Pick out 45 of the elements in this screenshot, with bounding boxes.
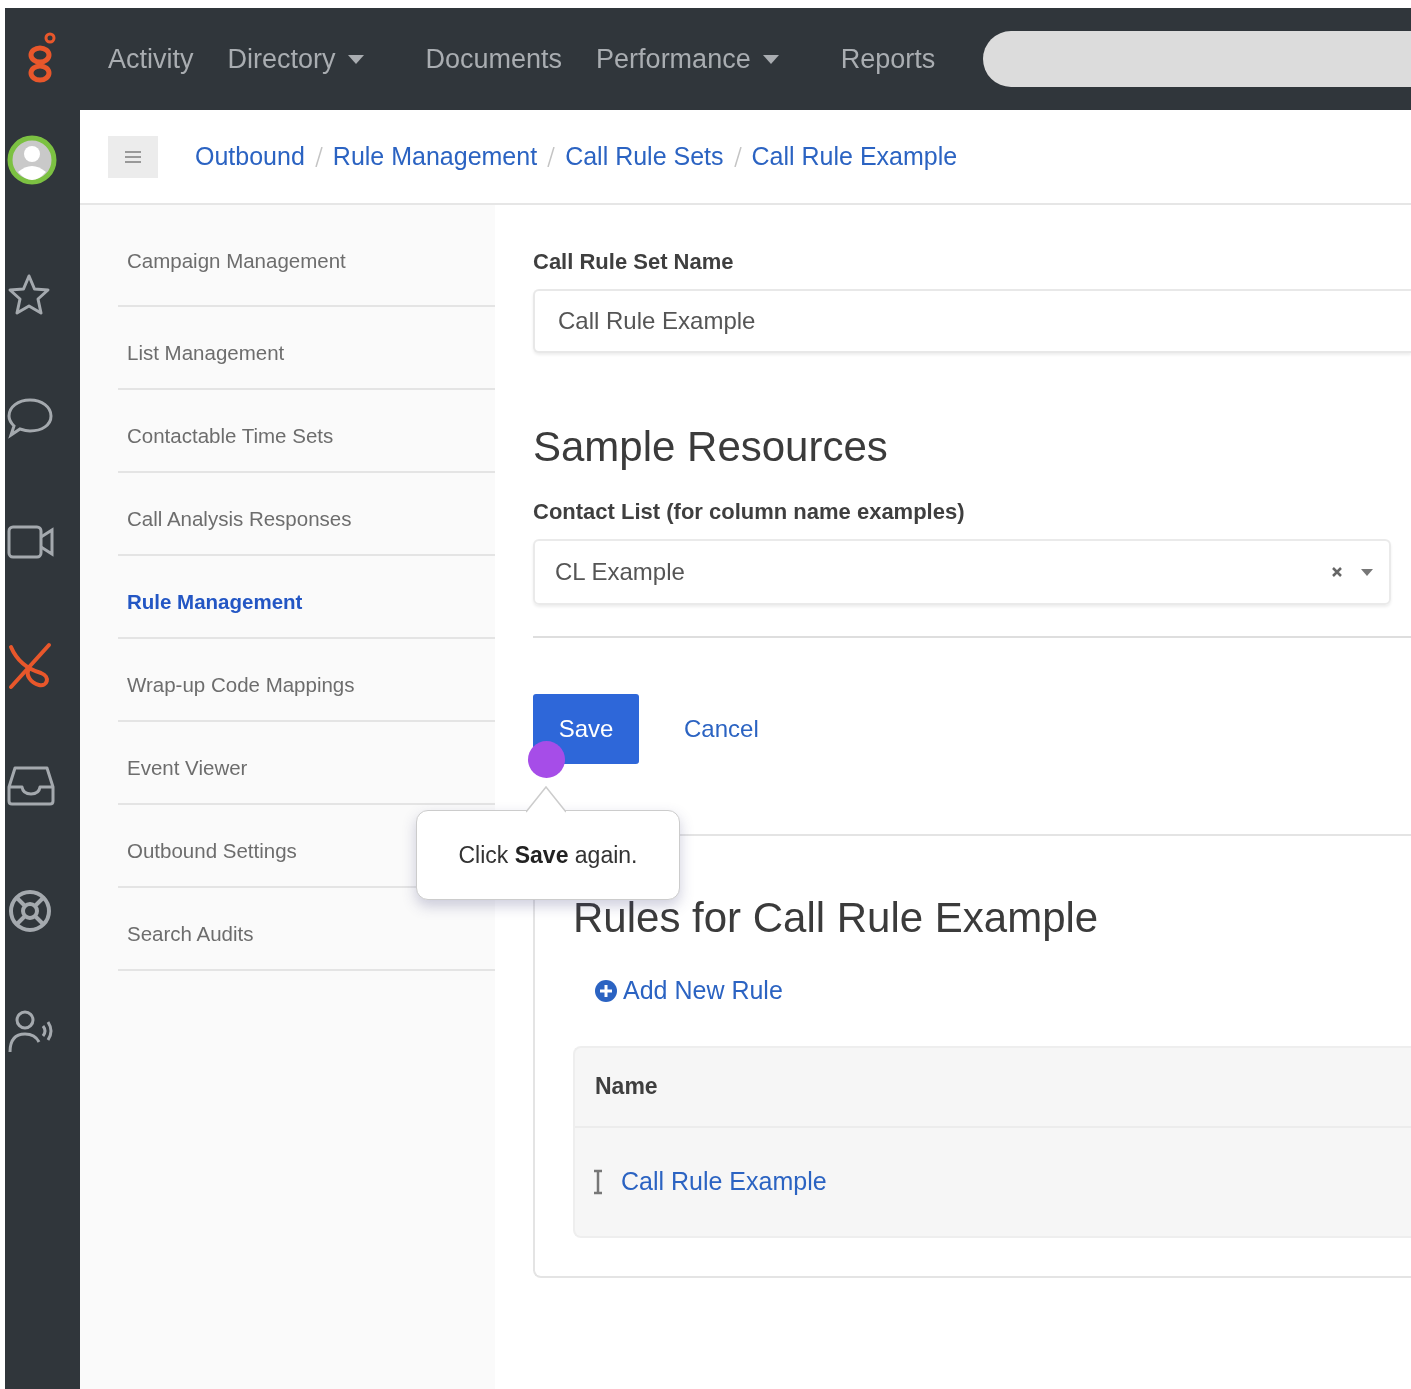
- menu-item[interactable]: Wrap-up Code Mappings: [118, 639, 495, 722]
- nav-link[interactable]: Performance: [596, 43, 807, 75]
- menu-item[interactable]: Rule Management: [118, 556, 495, 639]
- person-speaking-icon[interactable]: [7, 1008, 55, 1054]
- menu-toggle-button[interactable]: [108, 135, 158, 178]
- menu-icon: [125, 149, 141, 164]
- field-label: Contact List (for column name examples): [533, 499, 966, 525]
- menu-item[interactable]: Contactable Time Sets: [118, 390, 495, 473]
- inbox-tray-icon[interactable]: [7, 765, 55, 807]
- lifebuoy-icon[interactable]: [7, 888, 53, 934]
- menu-item[interactable]: List Management: [118, 307, 495, 390]
- click-marker: [528, 741, 565, 778]
- video-camera-icon[interactable]: [7, 524, 55, 560]
- menu-item[interactable]: Event Viewer: [118, 722, 495, 805]
- breadcrumb-separator: [733, 146, 742, 167]
- cancel-link[interactable]: Cancel: [684, 715, 759, 743]
- clear-icon[interactable]: [1331, 566, 1343, 578]
- breadcrumb-link[interactable]: Call Rule Example: [751, 142, 958, 171]
- tooltip-pointer: [526, 785, 566, 813]
- save-button[interactable]: Save: [533, 694, 639, 764]
- section-heading: Sample Resources: [533, 423, 889, 471]
- nav-link[interactable]: Documents: [425, 43, 563, 75]
- plus-circle-icon: [595, 979, 617, 1002]
- breadcrumb-separator: [314, 146, 323, 167]
- chat-icon[interactable]: [7, 397, 53, 439]
- nav-link[interactable]: Reports: [840, 43, 936, 75]
- nav-link[interactable]: Directory: [227, 43, 392, 75]
- star-icon[interactable]: [7, 273, 51, 317]
- drag-handle-icon[interactable]: [593, 1168, 603, 1195]
- add-rule-link[interactable]: Add New Rule: [595, 976, 783, 1005]
- breadcrumb-separator: [547, 146, 556, 167]
- menu-item[interactable]: Campaign Management: [118, 215, 495, 307]
- column-header: Name: [575, 1047, 1411, 1128]
- field-label: Call Rule Set Name: [533, 249, 735, 275]
- menu-item[interactable]: Call Analysis Responses: [118, 473, 495, 556]
- nav-link[interactable]: Activity: [108, 43, 194, 75]
- name-input-field[interactable]: Call Rule Example: [533, 289, 1411, 353]
- rule-link[interactable]: Call Rule Example: [621, 1167, 827, 1196]
- tooltip: Click Save again.: [416, 810, 680, 900]
- breadcrumb-link[interactable]: Call Rule Sets: [565, 142, 724, 171]
- breadcrumb-link[interactable]: Rule Management: [332, 142, 538, 171]
- caret-icon[interactable]: [1361, 568, 1373, 576]
- breadcrumb-link[interactable]: Outbound: [195, 142, 305, 171]
- search-field[interactable]: [983, 31, 1411, 87]
- contact-list-select[interactable]: CL Example: [533, 539, 1391, 605]
